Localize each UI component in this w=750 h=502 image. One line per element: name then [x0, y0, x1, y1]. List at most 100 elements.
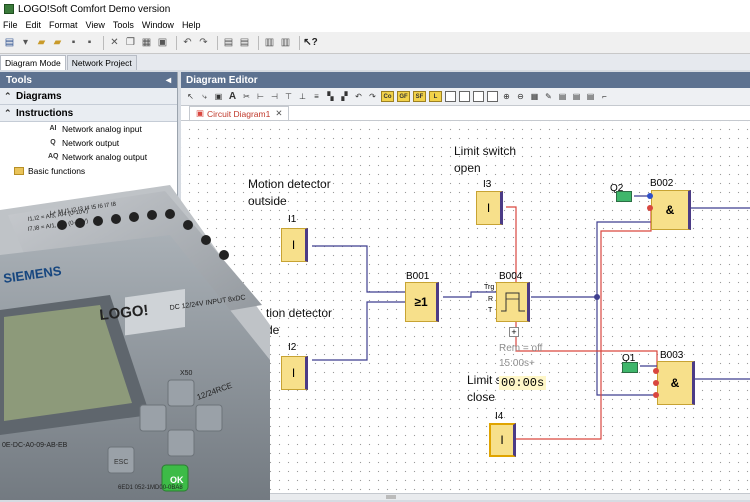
align-icon[interactable]: ⊣	[269, 91, 280, 102]
tree-item-network-analog-output[interactable]: AQ Network analog output	[0, 150, 177, 164]
block-name-i3: I3	[483, 179, 492, 190]
display-icon[interactable]: ▤	[571, 91, 582, 102]
copy-icon[interactable]: ❐	[124, 36, 137, 49]
scrollbar-thumb[interactable]	[386, 495, 396, 499]
and-gate-b002[interactable]: &	[651, 190, 691, 230]
block-tool-icon[interactable]: ▣	[213, 91, 224, 102]
redo-icon[interactable]: ↷	[197, 36, 210, 49]
undo-icon[interactable]: ↶	[353, 91, 364, 102]
input-block-i4[interactable]: I	[489, 423, 516, 457]
frame-icon[interactable]	[459, 91, 470, 102]
open-recent-icon[interactable]: ▰	[51, 36, 64, 49]
paste-icon[interactable]: ▦	[140, 36, 153, 49]
wire[interactable]	[596, 297, 657, 396]
online-test-icon[interactable]: ▥	[279, 36, 292, 49]
timer-current-value: 00:00s	[499, 376, 547, 390]
edit-icon[interactable]: ✎	[543, 91, 554, 102]
timer-block-b004[interactable]	[496, 282, 530, 322]
display-icon[interactable]: ▤	[585, 91, 596, 102]
connect-tool-icon[interactable]: ⤷	[199, 91, 210, 102]
menu-view[interactable]: View	[86, 20, 105, 30]
timer-rem: Rem = off	[499, 343, 543, 354]
outputs-text: X50	[180, 370, 193, 377]
close-icon[interactable]: ✕	[275, 108, 282, 119]
sf-special-functions-icon[interactable]: SF	[413, 91, 426, 102]
wire[interactable]	[516, 209, 652, 440]
undo-icon[interactable]: ↶	[181, 36, 194, 49]
dropdown-icon[interactable]: ▾	[19, 36, 32, 49]
fit-icon[interactable]: ▦	[529, 91, 540, 102]
block-name-i1: I1	[288, 214, 297, 225]
simulation-icon[interactable]: ▥	[263, 36, 276, 49]
distribute-icon[interactable]: ▚	[325, 91, 336, 102]
open-folder-icon[interactable]: ▰	[35, 36, 48, 49]
negation-dot	[653, 380, 659, 386]
save-icon[interactable]: ▪	[67, 36, 80, 49]
transfer-from-device-icon[interactable]: ▤	[238, 36, 251, 49]
tab-label: Circuit Diagram1	[207, 108, 271, 119]
or-gate-b001[interactable]: ≥1	[405, 282, 439, 322]
menu-help[interactable]: Help	[182, 20, 201, 30]
frame-icon[interactable]	[487, 91, 498, 102]
output-flag-q2[interactable]	[616, 191, 632, 202]
pin-t: T	[488, 307, 493, 314]
menu-format[interactable]: Format	[49, 20, 78, 30]
menu-tools[interactable]: Tools	[113, 20, 134, 30]
align-icon[interactable]: ⊤	[283, 91, 294, 102]
signal-icon[interactable]: ⌐	[599, 91, 610, 102]
co-constants-icon[interactable]: Co	[381, 91, 394, 102]
redo-icon[interactable]: ↷	[367, 91, 378, 102]
distribute-icon[interactable]: ▞	[339, 91, 350, 102]
input-block-i3[interactable]: I	[476, 191, 503, 225]
align-icon[interactable]: ⊥	[297, 91, 308, 102]
tree-item-network-analog-input[interactable]: AI Network analog input	[0, 122, 177, 136]
wire[interactable]	[596, 221, 651, 297]
section-instructions-label: Instructions	[16, 107, 74, 119]
input-block-i2[interactable]: I	[281, 356, 308, 390]
pin-r: R	[488, 296, 494, 303]
tools-title: Tools	[6, 74, 32, 86]
menu-edit[interactable]: Edit	[26, 20, 42, 30]
menu-file[interactable]: File	[3, 20, 18, 30]
zoom-out-icon[interactable]: ⊖	[515, 91, 526, 102]
section-instructions[interactable]: ⌃ Instructions	[0, 105, 177, 122]
l-labels-icon[interactable]: L	[429, 91, 442, 102]
block-name-i4: I4	[495, 411, 504, 422]
tab-circuit-diagram1[interactable]: ▣ Circuit Diagram1 ✕	[189, 106, 290, 120]
wire[interactable]	[312, 245, 405, 293]
cut-connection-icon[interactable]: ✂	[241, 91, 252, 102]
expand-parameter-button[interactable]: +	[509, 327, 519, 337]
cut-icon[interactable]: ✕	[108, 36, 121, 49]
menu-window[interactable]: Window	[142, 20, 174, 30]
frame-icon[interactable]	[473, 91, 484, 102]
output-flag-q1[interactable]	[622, 362, 638, 373]
properties-icon[interactable]: ▤	[557, 91, 568, 102]
timer-pulse-icon	[501, 292, 525, 312]
zoom-in-icon[interactable]: ⊕	[501, 91, 512, 102]
logo-module-image: SIEMENS LOGO! DC 12/24V INPUT 8xDC L+ M …	[0, 185, 270, 500]
new-file-icon[interactable]: ▤	[3, 36, 16, 49]
app-icon	[4, 4, 14, 14]
section-diagrams[interactable]: ⌃ Diagrams	[0, 88, 177, 105]
tree-item-network-output[interactable]: Q Network output	[0, 136, 177, 150]
block-name-b003: B003	[660, 350, 684, 361]
text-tool-icon[interactable]: A	[227, 91, 238, 102]
input-block-i1[interactable]: I	[281, 228, 308, 262]
frame-icon[interactable]	[445, 91, 456, 102]
print-icon[interactable]: ▪	[83, 36, 96, 49]
tree-folder-basic-functions[interactable]: Basic functions	[0, 164, 177, 178]
tab-network-project[interactable]: Network Project	[66, 55, 137, 70]
delete-icon[interactable]: ▣	[156, 36, 169, 49]
align-icon[interactable]: ≡	[311, 91, 322, 102]
help-pointer-icon[interactable]: ↖?	[303, 36, 318, 49]
label-line: Limit switch	[454, 144, 517, 158]
select-tool-icon[interactable]: ↖	[185, 91, 196, 102]
collapse-left-icon[interactable]: ◂	[166, 75, 171, 86]
tab-diagram-mode[interactable]: Diagram Mode	[0, 55, 66, 70]
transfer-to-device-icon[interactable]: ▤	[222, 36, 235, 49]
gf-basic-functions-icon[interactable]: GF	[397, 91, 410, 102]
and-gate-b003[interactable]: &	[657, 361, 695, 405]
negation-dot	[653, 392, 659, 398]
chevron-up-icon: ⌃	[4, 107, 12, 118]
align-icon[interactable]: ⊢	[255, 91, 266, 102]
